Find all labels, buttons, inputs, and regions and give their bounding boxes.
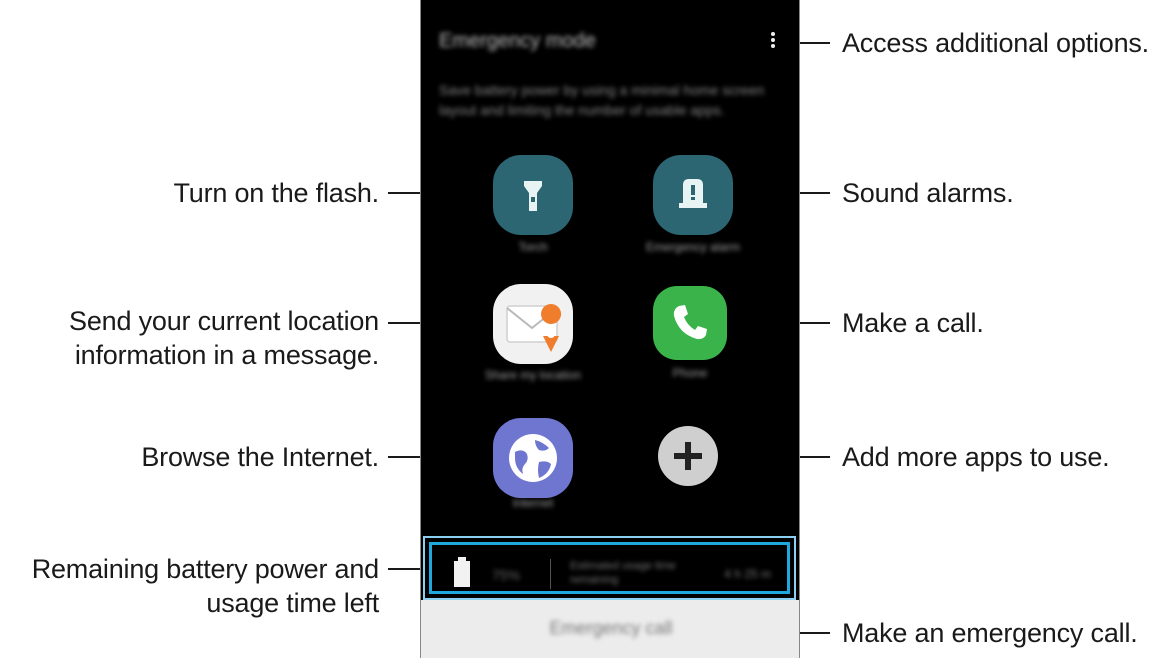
callout-options: Access additional options. (842, 28, 1149, 58)
internet-app[interactable] (493, 418, 573, 498)
callout-battery-line2: usage time left (206, 588, 379, 618)
torch-icon (524, 181, 542, 211)
screen-title: Emergency mode (439, 30, 596, 52)
battery-percent: 75% (492, 567, 521, 583)
callout-internet: Browse the Internet. (141, 442, 379, 472)
callout-flash: Turn on the flash. (173, 178, 379, 208)
internet-label: Internet (512, 496, 554, 510)
callout-battery: Remaining battery power and usage time l… (31, 552, 380, 620)
torch-app[interactable] (493, 155, 573, 235)
battery-usage-label: Estimated usage time remaining (570, 560, 676, 586)
battery-time: 4 h 25 m (724, 567, 771, 581)
alarm-icon (679, 179, 707, 208)
phone-label: Phone (672, 366, 708, 380)
callout-location-line2: information in a message. (74, 340, 379, 370)
internet-icon (509, 434, 557, 482)
add-icon (674, 442, 702, 470)
phone-icon (673, 305, 707, 340)
alarm-label: Emergency alarm (645, 240, 741, 254)
more-options-icon[interactable] (766, 30, 780, 54)
emergency-call-button[interactable]: Emergency call (421, 600, 799, 658)
callout-location: Send your current location information i… (69, 304, 379, 372)
callout-alarms: Sound alarms. (842, 178, 1014, 208)
battery-panel: 75% Estimated usage time remaining 4 h 2… (423, 536, 796, 600)
add-app-button[interactable] (658, 426, 718, 486)
battery-icon (454, 557, 470, 587)
share-location-label: Share my location (484, 368, 582, 382)
callout-add-apps: Add more apps to use. (842, 442, 1110, 472)
battery-highlight: 75% Estimated usage time remaining 4 h 2… (429, 542, 790, 594)
emergency-call-label: Emergency call (549, 618, 673, 638)
torch-label: Torch (518, 240, 548, 254)
share-location-icon (506, 304, 562, 352)
callout-location-line1: Send your current location (69, 306, 379, 336)
phone-screen: Emergency mode Save battery power by usi… (420, 0, 800, 658)
screen-description: Save battery power by using a minimal ho… (439, 82, 765, 118)
share-location-app[interactable] (493, 284, 573, 364)
callout-emergency-call: Make an emergency call. (842, 618, 1138, 648)
battery-divider (550, 559, 551, 589)
alarm-app[interactable] (653, 155, 733, 235)
callout-call: Make a call. (842, 308, 984, 338)
callout-battery-line1: Remaining battery power and (31, 554, 380, 584)
phone-app[interactable] (653, 286, 727, 360)
